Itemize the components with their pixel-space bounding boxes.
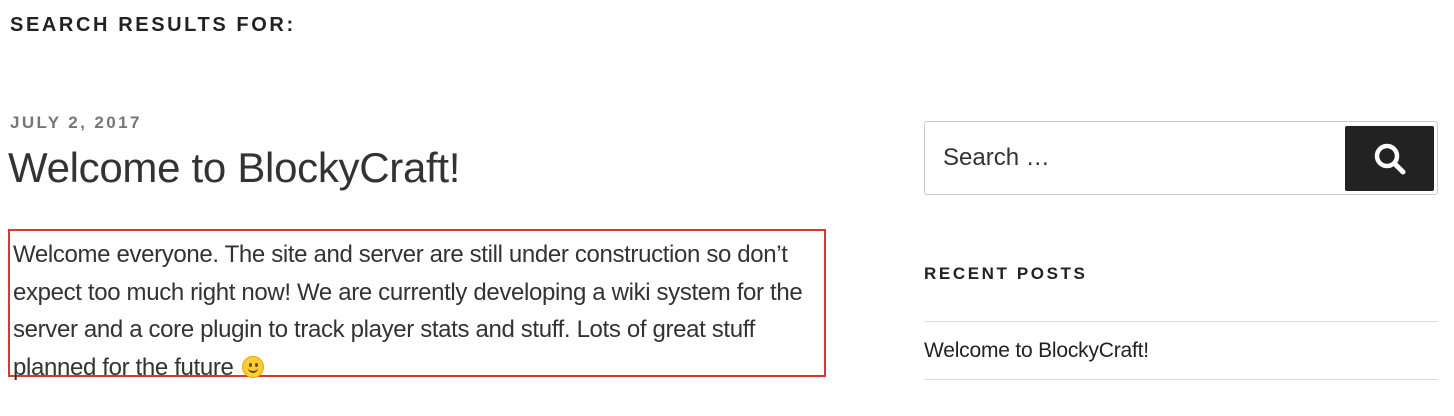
- search-button[interactable]: [1345, 126, 1434, 191]
- page-title: SEARCH RESULTS FOR:: [10, 14, 296, 36]
- search-form: [924, 121, 1438, 195]
- post-date-link[interactable]: JULY 2, 2017: [10, 113, 142, 133]
- recent-post-item: Welcome to BlockyCraft!: [924, 322, 1438, 380]
- search-icon: [1374, 143, 1405, 174]
- post-excerpt-highlight: Welcome everyone. The site and server ar…: [8, 229, 826, 381]
- recent-post-link[interactable]: Welcome to BlockyCraft!: [924, 339, 1149, 362]
- recent-posts-title: RECENT POSTS: [924, 264, 1088, 283]
- recent-posts-list: Welcome to BlockyCraft!: [924, 321, 1438, 380]
- post-excerpt-text: Welcome everyone. The site and server ar…: [13, 241, 803, 381]
- search-input[interactable]: [925, 122, 1343, 194]
- post-title-link[interactable]: Welcome to BlockyCraft!: [8, 144, 460, 192]
- smiley-face-icon: [241, 355, 264, 378]
- post-excerpt: Welcome everyone. The site and server ar…: [13, 236, 825, 386]
